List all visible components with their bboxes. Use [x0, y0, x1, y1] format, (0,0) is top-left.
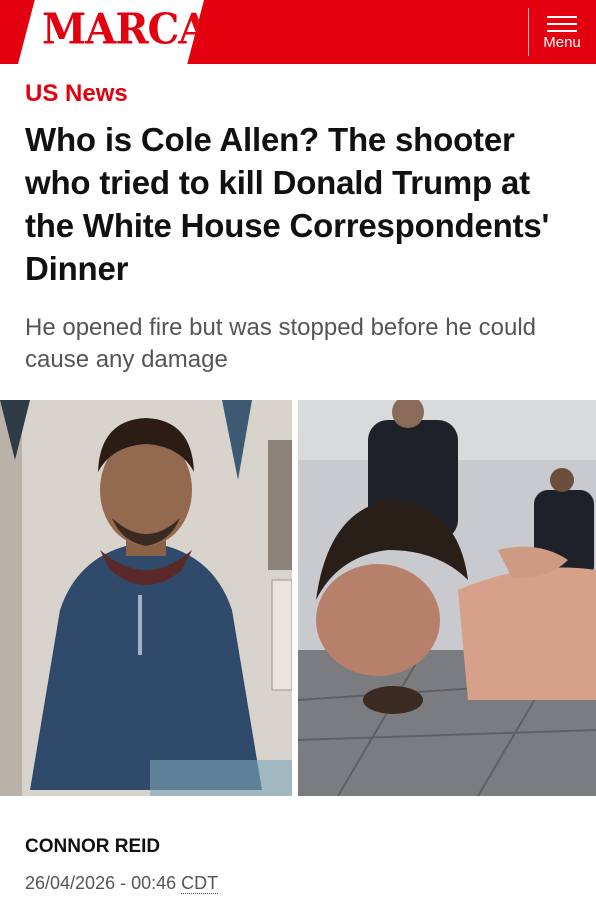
menu-button[interactable]: Menu [534, 8, 590, 58]
portrait-illustration [0, 400, 292, 796]
hamburger-icon[interactable] [547, 12, 577, 34]
arrest-photo[interactable] [298, 400, 596, 796]
publish-date-time: 26/04/2026 - 00:46 [25, 873, 177, 893]
author-name[interactable]: CONNOR REID [25, 836, 160, 858]
top-bar: MARCA Menu [0, 0, 596, 64]
marca-logo[interactable]: MARCA [42, 5, 204, 54]
article-photos [0, 400, 596, 796]
article-subheadline: He opened fire but was stopped before he… [25, 314, 537, 373]
publish-date: 26/04/2026 - 00:46 CDT [25, 873, 219, 894]
menu-divider [528, 8, 529, 56]
menu-label[interactable]: Menu [534, 34, 590, 51]
portrait-photo[interactable] [0, 400, 292, 796]
section-label[interactable]: US News [25, 80, 128, 108]
article-headline: Who is Cole Allen? The shooter who tried… [25, 121, 550, 287]
arrest-illustration [298, 400, 596, 796]
logo-container[interactable]: MARCA [18, 0, 204, 64]
timezone-abbr[interactable]: CDT [181, 873, 219, 894]
